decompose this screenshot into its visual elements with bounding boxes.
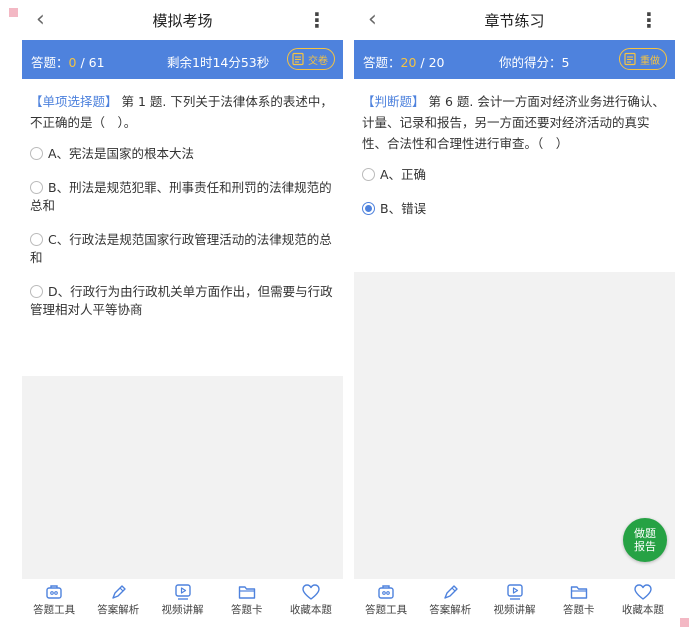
page-title: 章节练习 xyxy=(484,12,545,30)
radio-button[interactable] xyxy=(30,181,43,194)
progress-bar: 答题：0 / 61 剩余1时14分53秒 交卷 xyxy=(22,40,343,79)
heart-icon xyxy=(302,584,320,600)
tab-answer-card[interactable]: 答题卡 xyxy=(215,579,279,620)
remaining-timer: 剩余1时14分53秒 xyxy=(167,55,270,70)
folder-icon xyxy=(570,586,587,599)
question-stem: 【判断题】 第 6 题. 会计一方面对经济业务进行确认、计量、记录和报告，另一方… xyxy=(362,94,665,151)
corner-marker xyxy=(680,618,689,627)
page-title: 模拟考场 xyxy=(152,12,213,30)
corner-marker xyxy=(9,8,18,17)
tab-favorite-question[interactable]: 收藏本题 xyxy=(611,579,675,620)
practice-report-button[interactable]: 做题 报告 xyxy=(623,518,667,562)
answer-count: 答题：0 / 61 xyxy=(31,55,105,70)
document-icon xyxy=(292,52,304,66)
answer-count: 答题：20 / 20 xyxy=(363,55,445,70)
exam-screen: ‹ 模拟考场 ⋮ 答题：0 / 61 剩余1时14分53秒 交卷 【单项选择题】… xyxy=(22,0,343,620)
chapter-practice-screen: ‹ 章节练习 ⋮ 答题：20 / 20 你的得分：5 重做 【判断题】 第 6 … xyxy=(354,0,675,620)
option-a[interactable]: A、宪法是国家的根本大法 xyxy=(30,145,335,163)
more-vert-icon[interactable]: ⋮ xyxy=(639,6,659,34)
navigation-bar: ‹ 模拟考场 ⋮ xyxy=(22,0,343,40)
radio-button[interactable] xyxy=(362,168,375,181)
score-label: 你的得分：5 xyxy=(499,55,570,70)
submit-paper-button[interactable]: 交卷 xyxy=(287,48,335,70)
toolbox-icon xyxy=(46,585,62,599)
radio-button[interactable] xyxy=(30,285,43,298)
tab-video-explanation[interactable]: 视频讲解 xyxy=(482,579,546,620)
option-b[interactable]: B、错误 xyxy=(362,200,667,218)
pen-icon xyxy=(444,585,458,599)
heart-icon xyxy=(634,584,652,600)
bottom-toolbar: 答题工具 答案解析 视频讲解 答题卡 收藏本题 xyxy=(22,579,343,620)
bottom-toolbar: 答题工具 答案解析 视频讲解 答题卡 收藏本题 xyxy=(354,579,675,620)
video-play-icon xyxy=(506,584,523,600)
question-type-tag: 【判断题】 xyxy=(362,94,425,109)
redo-button[interactable]: 重做 xyxy=(619,48,667,70)
question-area: 【判断题】 第 6 题. 会计一方面对经济业务进行确认、计量、记录和报告，另一方… xyxy=(354,79,675,218)
tab-answer-tools[interactable]: 答题工具 xyxy=(354,579,418,620)
tab-answer-analysis[interactable]: 答案解析 xyxy=(86,579,150,620)
toolbox-icon xyxy=(378,585,394,599)
option-b[interactable]: B、刑法是规范犯罪、刑事责任和刑罚的法律规范的总和 xyxy=(30,179,335,215)
tab-favorite-question[interactable]: 收藏本题 xyxy=(279,579,343,620)
radio-button[interactable] xyxy=(30,147,43,160)
tab-video-explanation[interactable]: 视频讲解 xyxy=(150,579,214,620)
radio-button-selected[interactable] xyxy=(362,202,375,215)
answered-count: 20 xyxy=(400,55,417,70)
tab-answer-card[interactable]: 答题卡 xyxy=(547,579,611,620)
progress-bar: 答题：20 / 20 你的得分：5 重做 xyxy=(354,40,675,79)
navigation-bar: ‹ 章节练习 ⋮ xyxy=(354,0,675,40)
more-vert-icon[interactable]: ⋮ xyxy=(307,6,327,34)
option-list: A、宪法是国家的根本大法 B、刑法是规范犯罪、刑事责任和刑罚的法律规范的总和 C… xyxy=(30,145,335,319)
option-a[interactable]: A、正确 xyxy=(362,166,667,184)
question-stem: 【单项选择题】 第 1 题. 下列关于法律体系的表述中，不正确的是（ ）。 xyxy=(30,94,333,130)
question-area: 【单项选择题】 第 1 题. 下列关于法律体系的表述中，不正确的是（ ）。 A、… xyxy=(22,79,343,319)
tab-answer-analysis[interactable]: 答案解析 xyxy=(418,579,482,620)
video-play-icon xyxy=(174,584,191,600)
document-icon xyxy=(624,52,636,66)
option-c[interactable]: C、行政法是规范国家行政管理活动的法律规范的总和 xyxy=(30,231,335,267)
radio-button[interactable] xyxy=(30,233,43,246)
pen-icon xyxy=(112,585,126,599)
tab-answer-tools[interactable]: 答题工具 xyxy=(22,579,86,620)
folder-icon xyxy=(238,586,255,599)
answered-count: 0 xyxy=(68,55,77,70)
blank-area xyxy=(22,376,343,579)
question-type-tag: 【单项选择题】 xyxy=(30,94,118,109)
option-list: A、正确 B、错误 xyxy=(362,166,667,218)
option-d[interactable]: D、行政行为由行政机关单方面作出，但需要与行政管理相对人平等协商 xyxy=(30,283,335,319)
